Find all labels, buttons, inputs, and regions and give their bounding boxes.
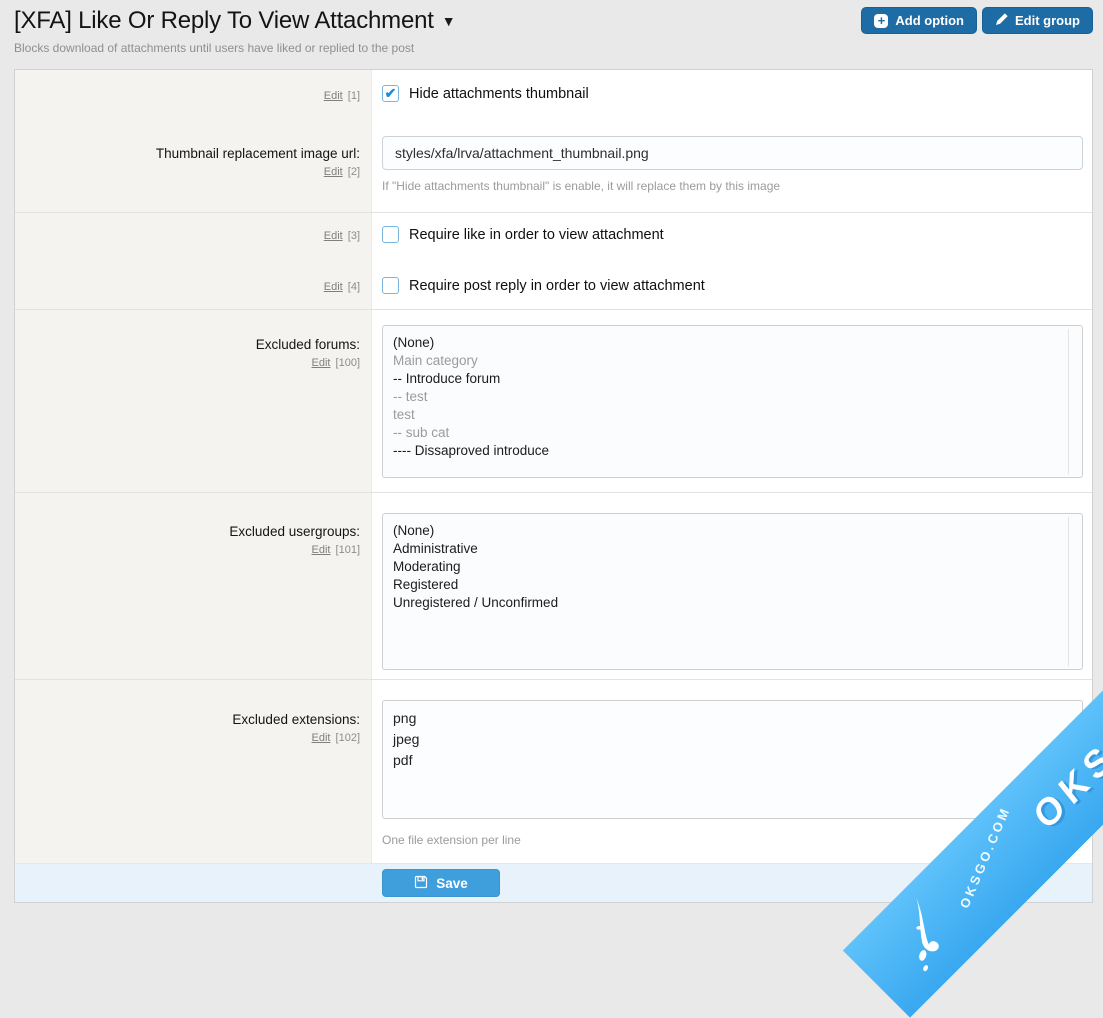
edit-option-link[interactable]: Edit (324, 230, 343, 242)
select-option[interactable]: Moderating (393, 558, 1072, 576)
option-row-excluded-usergroups: Excluded usergroups: Edit [101] (None)Ad… (15, 493, 1092, 680)
option-id: [4] (348, 281, 360, 293)
require-like-checkbox[interactable] (382, 226, 399, 243)
checkbox-label: Hide attachments thumbnail (409, 86, 589, 102)
options-panel: Edit [1] ✔ Hide attachments thumbnail Th… (14, 69, 1093, 903)
option-label-cell: Edit [3] (15, 213, 372, 262)
option-control-cell: If "Hide attachments thumbnail" is enabl… (372, 120, 1092, 212)
option-id: [101] (336, 544, 360, 556)
excluded-forums-listbox[interactable]: (None)Main category-- Introduce forum-- … (382, 325, 1083, 478)
scrollbar-track[interactable] (1068, 329, 1069, 474)
add-plus-icon: + (874, 14, 888, 28)
option-row-excluded-extensions: Excluded extensions: Edit [102] png jpeg… (15, 680, 1092, 863)
option-label: Excluded extensions: (232, 711, 360, 728)
edit-option-link[interactable]: Edit (312, 544, 331, 556)
select-option[interactable]: ---- Dissaproved introduce (393, 442, 1072, 460)
edit-link-wrap: Edit [100] (312, 357, 361, 369)
option-label: Excluded forums: (256, 336, 360, 353)
edit-group-button[interactable]: Edit group (982, 7, 1093, 34)
add-option-button[interactable]: + Add option (861, 7, 977, 34)
option-row-hide-thumbnail: Edit [1] ✔ Hide attachments thumbnail (15, 70, 1092, 120)
floppy-disk-icon (414, 875, 428, 892)
option-control-cell: (None)AdministrativeModeratingRegistered… (372, 493, 1092, 679)
select-option[interactable]: -- Introduce forum (393, 370, 1072, 388)
option-label-cell: Excluded extensions: Edit [102] (15, 680, 372, 863)
page-subtitle: Blocks download of attachments until use… (14, 41, 1093, 55)
option-label-cell: Excluded forums: Edit [100] (15, 310, 372, 492)
checkbox-row: Require like in order to view attachment (382, 226, 1092, 243)
page-header: [XFA] Like Or Reply To View Attachment ▼… (14, 0, 1093, 64)
option-control-cell: Require like in order to view attachment (372, 213, 1092, 262)
excluded-usergroups-listbox[interactable]: (None)AdministrativeModeratingRegistered… (382, 513, 1083, 670)
edit-group-label: Edit group (1015, 13, 1080, 28)
option-row-thumbnail-url: Thumbnail replacement image url: Edit [2… (15, 120, 1092, 213)
edit-option-link[interactable]: Edit (324, 166, 343, 178)
edit-option-link[interactable]: Edit (312, 357, 331, 369)
option-label: Excluded usergroups: (229, 523, 360, 540)
option-control-cell: ✔ Hide attachments thumbnail (372, 70, 1092, 120)
select-option[interactable]: Administrative (393, 540, 1072, 558)
option-label-cell: Thumbnail replacement image url: Edit [2… (15, 120, 372, 212)
option-control-cell: Require post reply in order to view atta… (372, 262, 1092, 309)
option-control-cell: (None)Main category-- Introduce forum-- … (372, 310, 1092, 492)
option-row-require-reply: Edit [4] Require post reply in order to … (15, 262, 1092, 310)
option-row-excluded-forums: Excluded forums: Edit [100] (None)Main c… (15, 310, 1092, 493)
add-option-label: Add option (895, 13, 964, 28)
option-label-cell: Edit [1] (15, 70, 372, 120)
save-label: Save (436, 876, 468, 891)
header-buttons: + Add option Edit group (861, 7, 1093, 34)
excluded-extensions-textarea[interactable]: png jpeg pdf (382, 700, 1083, 819)
checkbox-label: Require like in order to view attachment (409, 227, 664, 243)
select-option[interactable]: Unregistered / Unconfirmed (393, 594, 1072, 612)
title-menu-caret-icon[interactable]: ▼ (442, 13, 456, 29)
option-id: [3] (348, 230, 360, 242)
edit-option-link[interactable]: Edit (312, 732, 331, 744)
thumbnail-url-input[interactable] (382, 136, 1083, 170)
select-option[interactable]: -- test (393, 388, 1072, 406)
option-label-cell: Edit [4] (15, 262, 372, 309)
edit-option-link[interactable]: Edit (324, 281, 343, 293)
scrollbar-track[interactable] (1068, 517, 1069, 666)
pencil-icon (995, 13, 1008, 29)
require-reply-checkbox[interactable] (382, 277, 399, 294)
select-option[interactable]: -- sub cat (393, 424, 1072, 442)
select-option[interactable]: test (393, 406, 1072, 424)
select-option[interactable]: (None) (393, 522, 1072, 540)
option-hint: If "Hide attachments thumbnail" is enabl… (382, 179, 1092, 193)
option-row-require-like: Edit [3] Require like in order to view a… (15, 213, 1092, 262)
select-option[interactable]: Main category (393, 352, 1072, 370)
edit-link-wrap: Edit [102] (312, 732, 361, 744)
edit-link-wrap: Edit [2] (324, 166, 360, 178)
edit-link-wrap: Edit [1] (324, 90, 360, 102)
select-option[interactable]: (None) (393, 334, 1072, 352)
edit-link-wrap: Edit [4] (324, 281, 360, 293)
page-title-text: [XFA] Like Or Reply To View Attachment (14, 7, 434, 35)
option-id: [102] (336, 732, 360, 744)
save-button[interactable]: Save (382, 869, 500, 897)
select-option[interactable]: Registered (393, 576, 1072, 594)
edit-link-wrap: Edit [3] (324, 230, 360, 242)
option-id: [1] (348, 90, 360, 102)
edit-option-link[interactable]: Edit (324, 90, 343, 102)
option-label: Thumbnail replacement image url: (156, 145, 360, 162)
checkbox-row: Require post reply in order to view atta… (382, 277, 1092, 294)
option-id: [100] (336, 357, 360, 369)
hide-thumbnail-checkbox[interactable]: ✔ (382, 85, 399, 102)
option-label-cell: Excluded usergroups: Edit [101] (15, 493, 372, 679)
option-id: [2] (348, 166, 360, 178)
checkbox-row: ✔ Hide attachments thumbnail (382, 85, 1092, 102)
checkbox-label: Require post reply in order to view atta… (409, 278, 705, 294)
edit-link-wrap: Edit [101] (312, 544, 361, 556)
